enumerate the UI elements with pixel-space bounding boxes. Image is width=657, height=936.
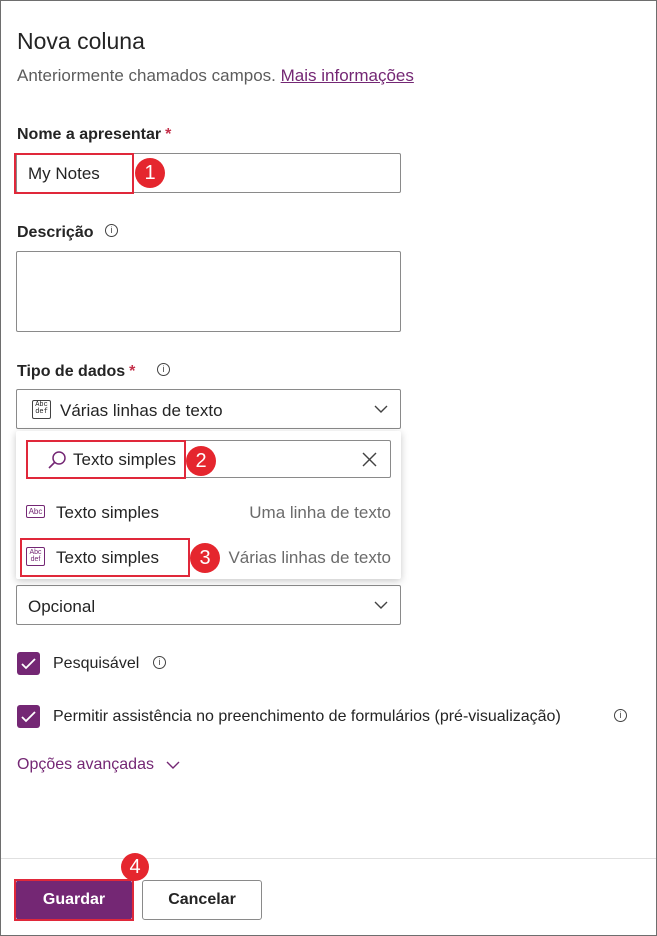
data-type-label: Tipo de dados * [17, 363, 135, 381]
abc-icon: Abc [26, 505, 45, 518]
option-description: Uma linha de texto [249, 503, 391, 522]
option-name: Texto simples [56, 503, 159, 522]
chevron-down-icon [374, 601, 388, 609]
info-icon[interactable]: i [157, 363, 170, 376]
required-selected: Opcional [28, 597, 96, 616]
subtitle-text: Anteriormente chamados campos. [17, 66, 276, 85]
footer-divider [1, 858, 656, 859]
searchable-label: Pesquisável [53, 655, 140, 672]
callout-badge-4: 4 [121, 853, 149, 881]
form-assist-label: Permitir assistência no preenchimento de… [53, 708, 561, 725]
callout-box-3 [20, 538, 190, 577]
info-icon[interactable]: i [105, 224, 118, 237]
callout-box-2 [26, 440, 186, 479]
info-icon[interactable]: i [153, 656, 166, 669]
chevron-down-icon [374, 405, 388, 413]
more-info-link[interactable]: Mais informações [281, 66, 414, 85]
data-type-dropdown[interactable]: Abc def Várias linhas de texto [16, 389, 401, 429]
cancel-button[interactable]: Cancelar [142, 880, 262, 920]
display-name-label-text: Nome a apresentar [17, 126, 162, 143]
callout-box-4 [14, 879, 134, 921]
advanced-options-toggle[interactable]: Opções avançadas [17, 756, 180, 774]
required-marker: * [165, 126, 172, 143]
abc-def-icon: Abc def [32, 400, 51, 419]
description-input[interactable] [16, 251, 401, 332]
callout-box-1 [14, 153, 134, 194]
data-type-selected: Várias linhas de texto [60, 401, 223, 420]
data-type-label-text: Tipo de dados [17, 363, 126, 380]
required-dropdown[interactable]: Opcional [16, 585, 401, 625]
option-description: Várias linhas de texto [228, 548, 391, 567]
chevron-down-icon [166, 761, 180, 769]
checkmark-icon [21, 658, 36, 670]
required-marker: * [129, 363, 136, 380]
display-name-label: Nome a apresentar * [17, 126, 171, 144]
searchable-checkbox[interactable] [17, 652, 40, 675]
checkmark-icon [21, 711, 36, 723]
description-label: Descrição [17, 224, 94, 241]
form-assist-checkbox[interactable] [17, 705, 40, 728]
callout-badge-1: 1 [135, 158, 165, 188]
callout-badge-3: 3 [190, 543, 220, 573]
panel-subtitle: Anteriormente chamados campos. Mais info… [17, 66, 414, 86]
panel-title: Nova coluna [17, 28, 145, 54]
close-icon[interactable] [361, 451, 378, 468]
advanced-options-label: Opções avançadas [17, 756, 154, 773]
info-icon[interactable]: i [614, 709, 627, 722]
callout-badge-2: 2 [186, 446, 216, 476]
type-option-single-line[interactable]: Abc Texto simples Uma linha de texto [16, 493, 401, 533]
